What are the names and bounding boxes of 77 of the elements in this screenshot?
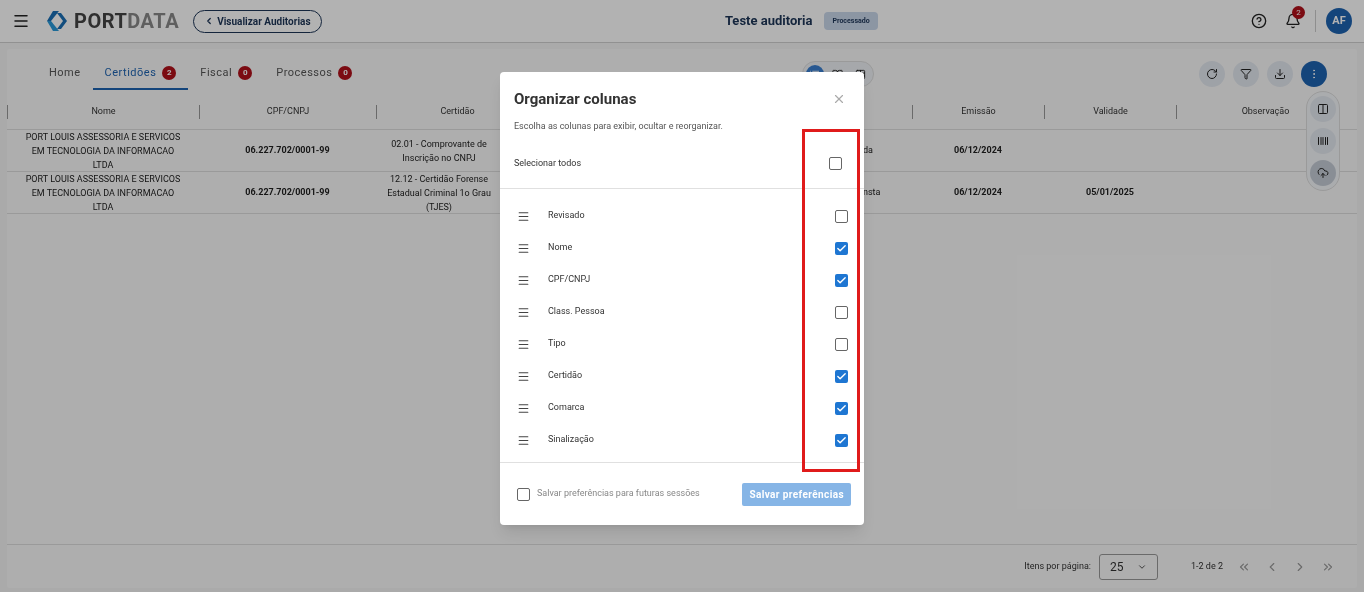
save-preferences-checkbox[interactable] [517,487,530,501]
filter-icon [1240,68,1252,80]
menu-icon[interactable] [12,12,30,30]
download-button[interactable] [1267,61,1293,87]
column-header: Validade [1093,106,1128,117]
column-checkbox[interactable] [835,241,848,255]
tab[interactable]: Fiscal 0 [188,58,265,90]
column-header: Nome [91,106,116,117]
download-icon [1274,68,1286,80]
column-header: Observação [1241,106,1290,117]
drag-handle-icon[interactable] [517,401,530,415]
column-header: Certidão [440,106,475,117]
tab[interactable]: Processos 0 [264,58,365,90]
column-option-label: Class. Pessoa [548,305,606,319]
barcode-button[interactable] [1310,128,1336,154]
column-option-label: Sinalização [548,433,595,447]
drag-handle-icon[interactable] [517,337,530,351]
audit-title: Teste auditoria [724,12,813,31]
drag-handle-icon[interactable] [517,433,530,447]
column-header: CPF/CNPJ [266,106,310,117]
more-button[interactable] [1301,61,1327,87]
help-icon[interactable] [1251,13,1267,29]
columns-icon [1317,103,1329,115]
bell-icon[interactable] [1285,13,1301,29]
column-header: Emissão [961,106,996,117]
drag-handle-icon[interactable] [517,369,530,383]
table-cell: 12.12 - Certidão Forense Estadual Criminal 1o Grau (TJES) [387,173,491,212]
column-checkbox[interactable] [835,369,848,383]
column-checkbox[interactable] [835,209,848,223]
table-cell: 06/12/2024 [954,144,1002,155]
cloud-upload-button[interactable] [1310,160,1336,186]
drag-handle-icon[interactable] [517,305,530,319]
notification-badge: 2 [1292,6,1305,19]
columns-button[interactable] [1310,96,1336,122]
tab[interactable]: Home [37,58,93,90]
refresh-icon [1206,68,1218,80]
column-option-label: CPF/CNPJ [548,273,592,287]
drag-handle-icon[interactable] [517,209,530,223]
column-checkbox[interactable] [835,337,848,351]
count-badge: 0 [338,66,353,80]
logo-icon [44,10,68,32]
dialog-subtitle: Escolha as colunas para exibir, ocultar e reorganizar. [513,119,724,133]
column-option-label: Comarca [548,401,586,415]
column-checkbox[interactable] [835,401,848,415]
column-checkbox[interactable] [835,433,848,447]
refresh-button[interactable] [1199,61,1225,87]
page-size-label: Itens por página: [1024,559,1091,573]
column-checkbox[interactable] [835,273,848,287]
page-range: 1-2 de 2 [1191,559,1223,573]
dialog-title: Organizar colunas [514,89,637,110]
table-cell: nsta [863,186,881,197]
logo-text: PORTDATA [74,8,180,35]
page-size-select[interactable]: 25 [1099,553,1158,580]
filter-button[interactable] [1233,61,1259,87]
table-cell: PORT LOUIS ASSESSORIA E SERVICOS EM TECNOLOGIA DA INFORMACAO LTDA [25,131,181,170]
table-cell: 02.01 - Comprovante de Inscrição no CNPJ [391,138,487,163]
column-checkbox[interactable] [835,305,848,319]
count-badge: 0 [238,66,253,80]
table-cell: 06.227.702/0001-99 [245,144,330,155]
table-cell: 06/12/2024 [954,186,1002,197]
column-option-label: Tipo [548,337,567,351]
column-option-label: Revisado [548,209,586,223]
select-all-checkbox[interactable] [829,157,842,170]
select-all-label: Selecionar todos [514,156,582,170]
count-badge: 2 [162,66,177,80]
column-option-label: Certidão [548,369,584,383]
table-cell: PORT LOUIS ASSESSORIA E SERVICOS EM TECNOLOGIA DA INFORMACAO LTDA [25,173,181,212]
tab[interactable]: Certidões 2 [92,58,189,90]
cloud-upload-icon [1317,167,1329,179]
column-option-label: Nome [548,241,574,255]
drag-handle-icon[interactable] [517,273,530,287]
table-cell: 05/01/2025 [1086,186,1134,197]
table-cell: 06.227.702/0001-99 [245,186,330,197]
drag-handle-icon[interactable] [517,241,530,255]
barcode-icon [1317,135,1329,147]
save-preferences-label: Salvar preferências para futuras sessões [537,487,701,501]
user-avatar[interactable]: AF [1326,8,1352,34]
